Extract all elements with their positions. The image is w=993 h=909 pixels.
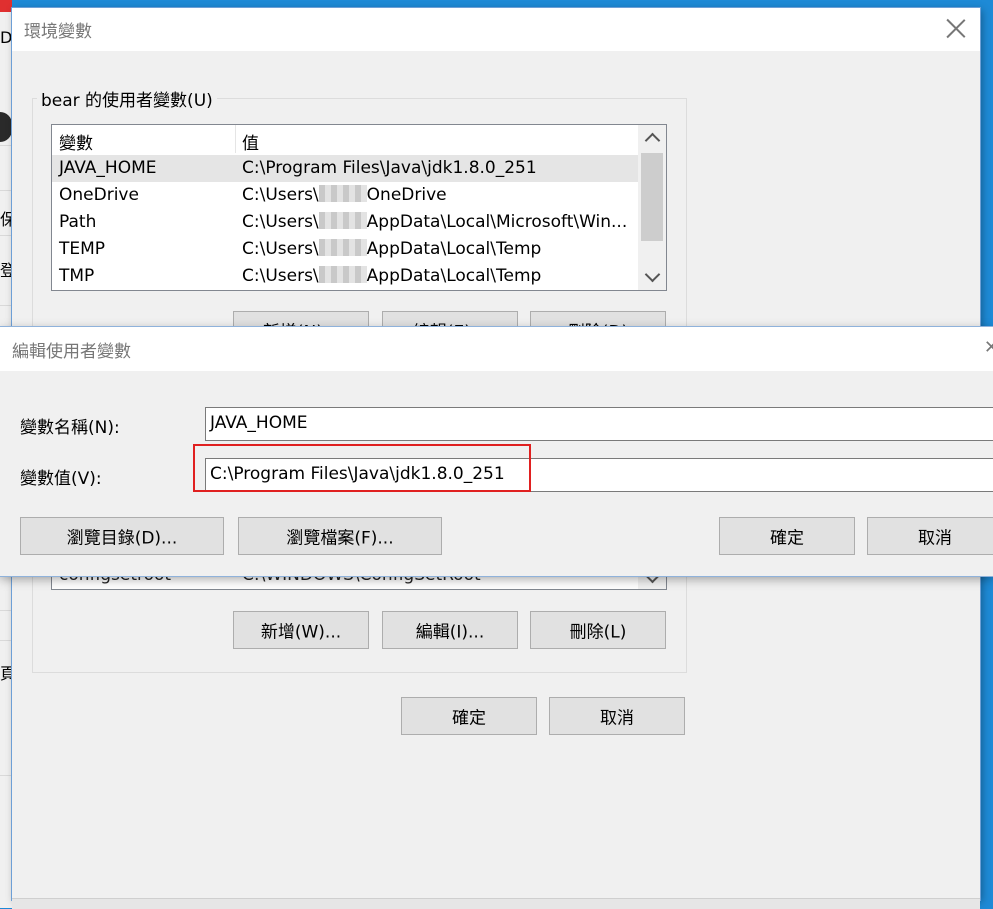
- variable-name-input[interactable]: JAVA_HOME: [205, 407, 993, 441]
- browse-directory-button[interactable]: 瀏覽目錄(D)...: [20, 517, 224, 555]
- variable-value: C:\Users\ AppData\Local\Temp: [242, 239, 542, 259]
- dialog-titlebar: 環境變數: [12, 8, 980, 51]
- scroll-down-icon[interactable]: [644, 266, 661, 283]
- list-scrollbar[interactable]: [638, 125, 666, 290]
- system-delete-button[interactable]: 刪除(L): [530, 611, 666, 649]
- redacted-username: [318, 239, 367, 256]
- list-item[interactable]: TEMP C:\Users\ AppData\Local\Temp: [52, 236, 638, 263]
- variable-value-label: 變數值(V):: [20, 469, 102, 489]
- variable-name: TMP: [59, 266, 95, 286]
- background-glyph: 頁: [0, 664, 12, 683]
- redacted-username: [318, 266, 367, 283]
- cancel-button[interactable]: 取消: [549, 697, 685, 735]
- scroll-up-icon[interactable]: [644, 132, 661, 149]
- user-variables-label: bear 的使用者變數(U): [37, 86, 217, 111]
- list-item[interactable]: Path C:\Users\ AppData\Local\Microsoft\Wi…: [52, 209, 638, 236]
- column-header-value[interactable]: 值: [242, 129, 259, 154]
- variable-name: Path: [59, 212, 97, 232]
- variable-value: C:\Users\ AppData\Local\Temp: [242, 266, 542, 286]
- background-taskbar-edge: [12, 898, 980, 909]
- user-variables-list[interactable]: 變數 值 JAVA_HOME C:\Program Files\Java\jdk…: [51, 124, 667, 291]
- list-header: 變數 值: [52, 125, 638, 154]
- list-item[interactable]: TMP C:\Users\ AppData\Local\Temp: [52, 263, 638, 290]
- list-item[interactable]: JAVA_HOME C:\Program Files\Java\jdk1.8.0…: [52, 155, 638, 182]
- background-glyph: 登: [0, 261, 12, 280]
- column-header-variable[interactable]: 變數: [59, 129, 93, 154]
- list-item[interactable]: OneDrive C:\Users\ OneDrive: [52, 182, 638, 209]
- dialog-titlebar: 編輯使用者變數 ✕: [0, 327, 993, 371]
- close-icon[interactable]: [946, 18, 966, 38]
- annotation-highlight-box: [193, 444, 531, 492]
- browse-file-button[interactable]: 瀏覽檔案(F)...: [238, 517, 442, 555]
- cancel-button[interactable]: 取消: [867, 517, 993, 555]
- variable-value: C:\Program Files\Java\jdk1.8.0_251: [242, 158, 537, 178]
- background-glyph: D: [0, 28, 12, 47]
- background-glyph: 保: [0, 210, 12, 229]
- variable-name: JAVA_HOME: [59, 158, 157, 178]
- dialog-title: 環境變數: [24, 22, 92, 42]
- redacted-username: [318, 185, 367, 202]
- system-edit-button[interactable]: 編輯(I)...: [382, 611, 518, 649]
- dialog-title: 編輯使用者變數: [12, 342, 131, 362]
- variable-name: TEMP: [59, 239, 106, 259]
- variable-value: C:\Users\ OneDrive: [242, 185, 447, 205]
- variable-name-label: 變數名稱(N):: [20, 418, 120, 438]
- ok-button[interactable]: 確定: [719, 517, 855, 555]
- variable-value: C:\Users\ AppData\Local\Microsoft\Win...: [242, 212, 628, 232]
- background-app-icon: [0, 0, 12, 12]
- variable-name: OneDrive: [59, 185, 139, 205]
- redacted-username: [318, 212, 367, 229]
- ok-button[interactable]: 確定: [401, 697, 537, 735]
- close-icon[interactable]: ✕: [984, 337, 993, 358]
- scrollbar-thumb[interactable]: [641, 153, 663, 241]
- edit-user-variable-dialog: 編輯使用者變數 ✕ 變數名稱(N): JAVA_HOME 變數值(V): C:\…: [0, 327, 993, 576]
- system-new-button[interactable]: 新增(W)...: [233, 611, 369, 649]
